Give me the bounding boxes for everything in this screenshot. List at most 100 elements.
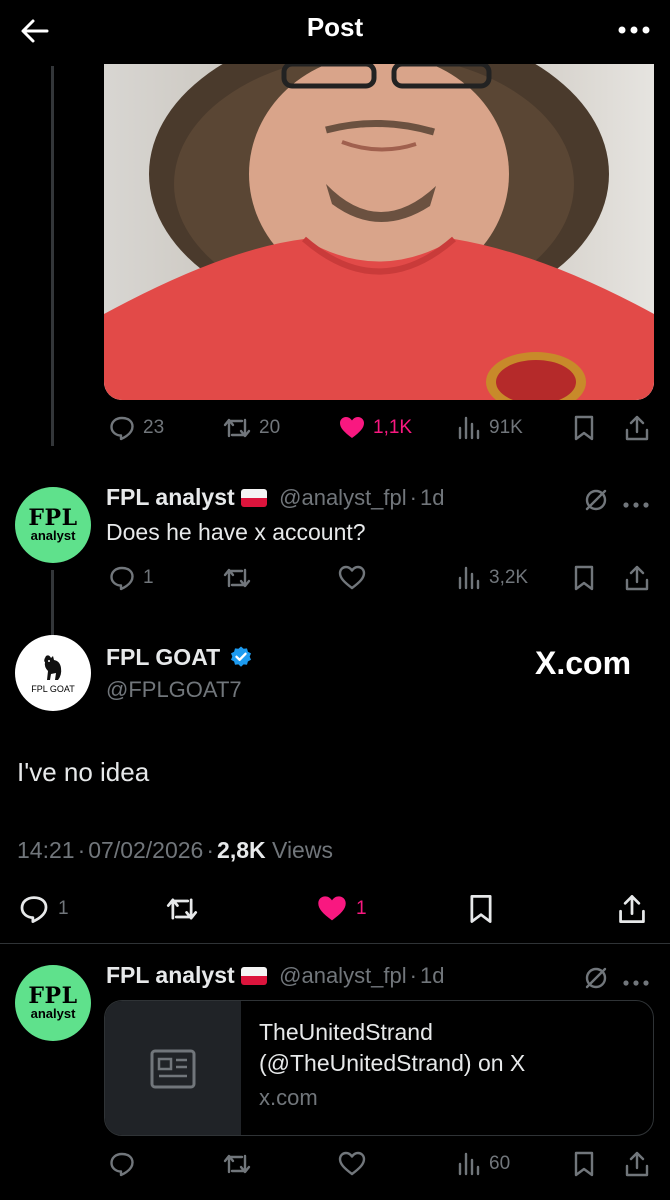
post-text: I've no idea — [17, 757, 150, 787]
like-count: 1 — [356, 898, 367, 919]
views-count: 91K — [489, 417, 523, 438]
bookmark-icon — [574, 1151, 594, 1177]
views-button[interactable]: 91K — [456, 414, 523, 442]
like-button[interactable]: 1,1K — [338, 414, 412, 442]
author-row: FPL GOAT — [106, 644, 253, 671]
avatar-subtext: analyst — [30, 528, 76, 543]
reply-count: 23 — [143, 417, 165, 438]
like-button[interactable]: 1 — [315, 893, 367, 925]
bookmark-button[interactable] — [572, 564, 596, 592]
reply-count: 1 — [143, 567, 154, 588]
views-button[interactable]: 3,2K — [456, 564, 528, 592]
views-button[interactable]: 60 — [456, 1150, 510, 1178]
reply-icon — [20, 896, 48, 923]
post-time: 1d — [419, 963, 445, 988]
reply-button[interactable]: 1 — [17, 893, 69, 925]
more-options-icon[interactable] — [622, 496, 650, 514]
views-label: Views — [272, 837, 333, 863]
heart-filled-icon — [340, 417, 364, 438]
share-icon — [625, 565, 649, 591]
repost-icon — [223, 418, 251, 438]
like-button[interactable] — [338, 564, 366, 592]
reply-icon — [110, 1152, 134, 1177]
heart-filled-icon — [318, 896, 346, 921]
repost-button[interactable] — [164, 893, 200, 925]
separator-dot: · — [77, 837, 86, 863]
heart-icon — [338, 1151, 366, 1176]
reply-button[interactable]: 23 — [108, 414, 164, 442]
author-handle[interactable]: @analyst_fpl — [279, 963, 407, 988]
views-icon — [458, 416, 480, 440]
reply-button[interactable]: 1 — [108, 564, 154, 592]
top-bar: Post — [0, 0, 670, 62]
page-title: Post — [306, 12, 364, 42]
avatar[interactable]: FPL analyst — [15, 487, 91, 563]
repost-icon — [223, 1154, 251, 1174]
author-name[interactable]: FPL analyst — [106, 484, 235, 510]
share-button[interactable] — [624, 414, 650, 442]
avatar[interactable]: FPL analyst — [15, 965, 91, 1041]
reply-count: 1 — [58, 898, 69, 919]
separator-dot: · — [409, 963, 417, 988]
reply-header: FPL analyst @analyst_fpl · 1d — [106, 962, 444, 989]
bookmark-button[interactable] — [572, 414, 596, 442]
card-domain: x.com — [259, 1085, 318, 1110]
more-options-icon[interactable] — [622, 974, 650, 992]
bookmark-icon — [470, 895, 492, 923]
link-card[interactable]: TheUnitedStrand (@TheUnitedStrand) on X … — [104, 1000, 654, 1136]
share-button[interactable] — [624, 1150, 650, 1178]
reply-header: FPL analyst @analyst_fpl · 1d — [106, 484, 444, 511]
author-name[interactable]: FPL analyst — [106, 962, 235, 988]
like-count: 1,1K — [373, 417, 413, 438]
post-date: 07/02/2026 — [88, 837, 204, 863]
repost-button[interactable] — [222, 1150, 252, 1178]
views-icon — [458, 566, 480, 590]
poland-flag-icon — [240, 967, 267, 985]
avatar-subtext: analyst — [30, 1006, 76, 1021]
post-time: 1d — [419, 485, 445, 510]
separator-dot: · — [409, 485, 417, 510]
grok-icon[interactable] — [583, 487, 609, 518]
repost-button[interactable] — [222, 564, 252, 592]
reply-icon — [110, 566, 134, 591]
author-name[interactable]: FPL GOAT — [106, 644, 220, 670]
repost-button[interactable]: 20 — [222, 414, 280, 442]
thread-line — [51, 66, 54, 446]
avatar-text: FPL — [28, 505, 78, 531]
article-icon — [150, 1049, 196, 1089]
separator-dot: · — [206, 837, 215, 863]
card-title: TheUnitedStrand (@TheUnitedStrand) on X — [259, 1019, 526, 1076]
views-count[interactable]: 2,8K — [217, 837, 266, 863]
avatar-text: FPL — [28, 983, 78, 1009]
post-meta: 14:21 · 07/02/2026 · 2,8K Views — [17, 837, 333, 864]
share-button[interactable] — [624, 564, 650, 592]
author-handle[interactable]: @analyst_fpl — [279, 485, 407, 510]
grok-icon[interactable] — [583, 965, 609, 996]
views-count: 3,2K — [489, 567, 529, 588]
divider — [0, 943, 670, 944]
bookmark-icon — [574, 565, 594, 591]
goat-logo-icon — [44, 654, 62, 680]
repost-count: 20 — [259, 417, 281, 438]
share-icon — [619, 895, 645, 923]
repost-icon — [223, 568, 251, 588]
share-icon — [625, 1151, 649, 1177]
bookmark-button[interactable] — [572, 1150, 596, 1178]
share-button[interactable] — [617, 893, 647, 925]
avatar[interactable]: FPL GOAT — [15, 635, 91, 711]
reply-button[interactable] — [108, 1150, 136, 1178]
share-icon — [625, 415, 649, 441]
post-time: 14:21 — [17, 837, 75, 863]
more-options-icon[interactable] — [614, 20, 654, 40]
bookmark-button[interactable] — [466, 893, 496, 925]
like-button[interactable] — [338, 1150, 366, 1178]
repost-icon — [166, 898, 198, 920]
author-handle[interactable]: @FPLGOAT7 — [106, 677, 242, 703]
bookmark-icon — [574, 415, 594, 441]
views-count: 60 — [489, 1153, 511, 1174]
reply-text: Does he have x account? — [106, 519, 366, 545]
x-com-logo[interactable]: X.com — [535, 645, 631, 682]
post-photo[interactable] — [104, 64, 654, 400]
heart-icon — [338, 565, 366, 590]
verified-badge-icon — [230, 646, 251, 667]
